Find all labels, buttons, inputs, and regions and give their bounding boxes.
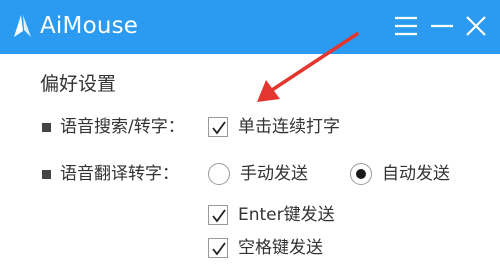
voice-search-label: 语音搜索/转字： bbox=[60, 117, 185, 137]
close-button[interactable] bbox=[462, 12, 490, 40]
bullet-voice-translate bbox=[42, 170, 51, 179]
space-send-label[interactable]: 空格键发送 bbox=[238, 237, 323, 259]
auto-send-radio[interactable] bbox=[350, 163, 372, 185]
enter-send-checkbox[interactable] bbox=[208, 205, 228, 225]
voice-translate-label: 语音翻译转字： bbox=[60, 164, 179, 184]
minimize-icon bbox=[431, 24, 453, 28]
title-bar: AiMouse bbox=[0, 0, 500, 54]
bullet-voice-search bbox=[42, 123, 51, 132]
continuous-typing-label[interactable]: 单击连续打字 bbox=[238, 116, 340, 138]
checkmark-icon bbox=[212, 242, 226, 256]
checkmark-icon bbox=[212, 121, 226, 135]
checkmark-icon bbox=[212, 209, 226, 223]
space-send-checkbox[interactable] bbox=[208, 238, 228, 258]
app-title: AiMouse bbox=[40, 13, 139, 39]
section-title-preferences: 偏好设置 bbox=[40, 73, 117, 95]
hamburger-menu-icon bbox=[395, 16, 417, 36]
auto-send-label[interactable]: 自动发送 bbox=[382, 163, 450, 185]
continuous-typing-checkbox[interactable] bbox=[208, 117, 228, 137]
radio-selected-dot bbox=[356, 169, 366, 179]
manual-send-radio[interactable] bbox=[208, 163, 230, 185]
menu-button[interactable] bbox=[392, 12, 420, 40]
enter-send-label[interactable]: Enter键发送 bbox=[238, 204, 335, 226]
close-icon bbox=[466, 16, 486, 36]
manual-send-label[interactable]: 手动发送 bbox=[240, 163, 308, 185]
minimize-button[interactable] bbox=[428, 12, 456, 40]
aimouse-logo-icon bbox=[14, 15, 31, 37]
